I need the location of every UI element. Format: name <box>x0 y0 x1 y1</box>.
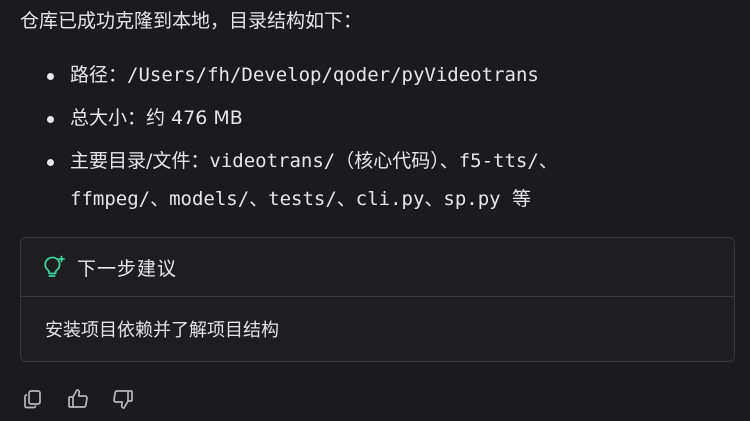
message-actions <box>20 386 155 412</box>
card-header: 下一步建议 <box>21 238 734 297</box>
bullet-dot <box>47 116 54 123</box>
directories-value-line1: videotrans/（核心代码）、f5-tts/、 <box>209 150 558 172</box>
thumbs-down-icon <box>113 390 133 409</box>
list-item-directories: 主要目录/文件：videotrans/（核心代码）、f5-tts/、 ffmpe… <box>20 142 740 218</box>
copy-icon <box>24 390 41 409</box>
size-label: 总大小： <box>70 107 147 129</box>
card-body: 安装项目依赖并了解项目结构 <box>21 297 734 361</box>
list-item-path: 路径：/Users/fh/Develop/qoder/pyVideotrans <box>20 56 740 95</box>
info-list: 路径：/Users/fh/Develop/qoder/pyVideotrans … <box>20 56 740 218</box>
directories-label: 主要目录/文件： <box>70 150 210 172</box>
assistant-message: 仓库已成功克隆到本地，目录结构如下： 路径：/Users/fh/Develop/… <box>20 0 740 218</box>
message-intro: 仓库已成功克隆到本地，目录结构如下： <box>20 10 363 32</box>
bullet-dot <box>47 159 54 166</box>
suggestion-item[interactable]: 安装项目依赖并了解项目结构 <box>45 316 279 342</box>
thumbs-up-button[interactable] <box>65 386 91 412</box>
thumbs-down-button[interactable] <box>110 386 136 412</box>
path-label: 路径： <box>70 64 128 86</box>
next-step-card: 下一步建议 安装项目依赖并了解项目结构 <box>20 237 735 362</box>
thumbs-up-icon <box>68 389 88 408</box>
card-title: 下一步建议 <box>77 257 178 280</box>
directories-value-line2: ffmpeg/、models/、tests/、cli.py、sp.py 等 <box>70 188 532 210</box>
lightbulb-sparkle-icon <box>41 254 67 280</box>
copy-button[interactable] <box>20 386 46 412</box>
path-value: /Users/fh/Develop/qoder/pyVideotrans <box>127 64 539 86</box>
list-item-size: 总大小：约 476 MB <box>20 99 740 138</box>
bullet-dot <box>47 73 54 80</box>
size-value: 约 476 MB <box>146 107 243 129</box>
